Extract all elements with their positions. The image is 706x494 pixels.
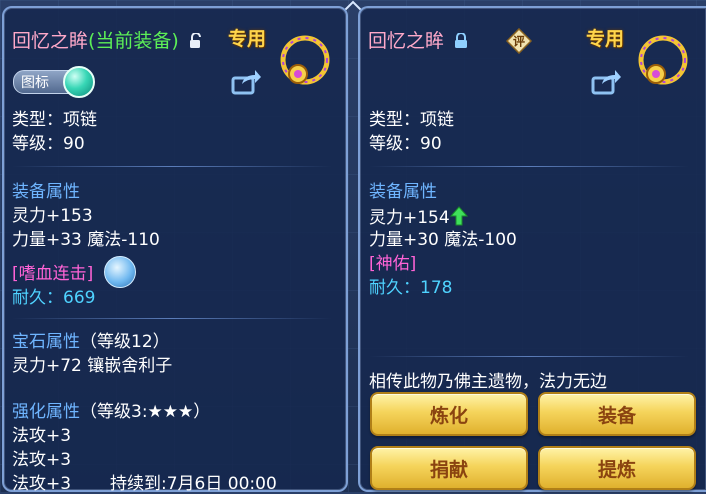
exclusive-badge: 专用 — [586, 28, 625, 50]
enhance-line: 法攻+3 — [12, 474, 72, 494]
share-icon[interactable] — [230, 68, 262, 96]
enhance-line: 法攻+3 — [12, 426, 72, 446]
icon-toggle[interactable]: 图标 — [13, 66, 95, 98]
attr-power-magic: 力量+30 魔法-100 — [369, 230, 517, 250]
divider — [12, 166, 332, 167]
enhance-attributes: 强化属性（等级3:★★★） — [12, 402, 210, 422]
durability-value: 669 — [63, 288, 96, 308]
divider — [12, 318, 332, 319]
item-level: 等级：90 — [12, 134, 85, 154]
gem-line: 灵力+72 镶嵌舍利子 — [12, 356, 173, 376]
durability: 耐久：669 — [12, 288, 95, 308]
up-arrow-icon — [449, 206, 468, 226]
exclusive-badge: 专用 — [228, 28, 267, 50]
rating-icon[interactable]: 评 — [506, 28, 532, 54]
divider — [369, 166, 689, 167]
rating-badge-text: 评 — [513, 35, 525, 49]
gem-level: （等级12） — [80, 332, 170, 352]
item-level: 等级：90 — [369, 134, 442, 154]
special-skill: [嗜血连击] — [12, 264, 94, 284]
item-name: 回忆之眸 — [12, 30, 89, 52]
item-title: 回忆之眸(当前装备) — [12, 26, 203, 53]
enhance-duration: 持续到:7月6日 00:00 — [110, 474, 277, 494]
item-name: 回忆之眸 — [368, 30, 445, 52]
gem-header: 宝石属性 — [12, 332, 80, 352]
special-skill: [神佑] — [369, 254, 417, 274]
icon-toggle-label: 图标 — [21, 75, 49, 91]
attr-power-magic: 力量+33 魔法-110 — [12, 230, 160, 250]
enhance-header: 强化属性 — [12, 402, 80, 422]
item-type: 类型：项链 — [369, 110, 454, 130]
durability-value: 178 — [420, 278, 453, 298]
lock-closed-icon[interactable] — [454, 33, 468, 49]
skill-icon[interactable] — [104, 256, 136, 288]
durability-label: 耐久： — [369, 278, 420, 298]
necklace-icon — [280, 35, 330, 85]
current-equipped-tag: (当前装备) — [88, 30, 179, 52]
attr-spirit-text: 灵力+154 — [369, 208, 450, 228]
icon-toggle-knob — [63, 66, 95, 98]
attr-spirit: 灵力+154 — [369, 206, 468, 228]
durability: 耐久：178 — [369, 278, 452, 298]
current-equipment-panel: 回忆之眸(当前装备) 专用 图标 类型：项链 等级：90 装备属性 灵力+153… — [2, 6, 348, 494]
divider — [369, 356, 689, 357]
extract-button[interactable]: 提炼 — [538, 446, 696, 490]
equip-button[interactable]: 装备 — [538, 392, 696, 436]
share-icon[interactable] — [590, 68, 622, 96]
equip-attributes-header: 装备属性 — [369, 182, 437, 202]
enhance-line: 法攻+3 — [12, 450, 72, 470]
item-description: 相传此物乃佛主遗物，法力无边 — [369, 372, 607, 392]
lock-open-icon[interactable] — [189, 33, 203, 49]
enhance-level: （等级3:★★★） — [80, 402, 211, 422]
equip-attributes-header: 装备属性 — [12, 182, 80, 202]
compared-item-panel: 回忆之眸 评 专用 类型：项链 等级：90 装备属性 灵力+154 力量+30 … — [358, 6, 706, 492]
item-title: 回忆之眸 — [368, 26, 468, 53]
item-type: 类型：项链 — [12, 110, 97, 130]
attr-spirit: 灵力+153 — [12, 206, 93, 226]
donate-button[interactable]: 捐献 — [370, 446, 528, 490]
refine-button[interactable]: 炼化 — [370, 392, 528, 436]
gem-attributes: 宝石属性（等级12） — [12, 332, 170, 352]
necklace-icon — [638, 35, 688, 85]
durability-label: 耐久： — [12, 288, 63, 308]
